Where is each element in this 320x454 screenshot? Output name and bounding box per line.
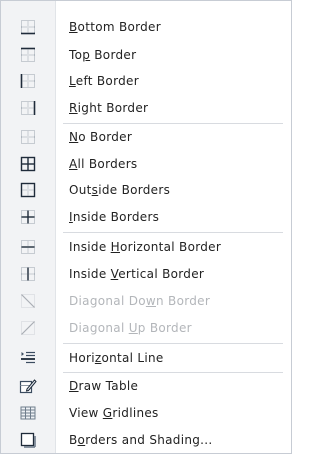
border-right-icon (1, 95, 55, 121)
menu-item-label: All Borders (69, 157, 138, 171)
menu-item-label: Outside Borders (69, 183, 171, 197)
menu-item-label: Draw Table (69, 379, 139, 393)
menu-item-label: View Gridlines (69, 406, 159, 420)
menu-item-borders-and-shading[interactable]: Borders and Shading... (1, 427, 291, 453)
menu-item-inside-horizontal-border[interactable]: Inside Horizontal Border (1, 234, 291, 260)
all-borders-icon (1, 151, 55, 177)
view-gridlines-icon (1, 400, 55, 426)
menu-item-draw-table[interactable]: Draw Table (1, 373, 291, 399)
menu-item-label: Diagonal Up Border (69, 321, 192, 335)
menu-item-all-borders[interactable]: All Borders (1, 151, 291, 177)
no-border-icon (1, 124, 55, 150)
border-left-icon (1, 68, 55, 94)
menu-item-diagonal-down-border[interactable]: Diagonal Down Border (1, 288, 291, 314)
menu-item-label: Borders and Shading... (69, 433, 213, 447)
diagonal-up-border-icon (1, 315, 55, 341)
menu-item-label: Inside Horizontal Border (69, 240, 222, 254)
inside-horizontal-border-icon (1, 234, 55, 260)
menu-separator (63, 343, 283, 344)
menu-item-label: Left Border (69, 74, 139, 88)
draw-table-icon (1, 373, 55, 399)
menu-item-left-border[interactable]: Left Border (1, 68, 291, 94)
inside-vertical-border-icon (1, 261, 55, 287)
menu-item-top-border[interactable]: Top Border (1, 42, 291, 68)
menu-item-label: Diagonal Down Border (69, 294, 211, 308)
menu-item-inside-vertical-border[interactable]: Inside Vertical Border (1, 261, 291, 287)
menu-item-right-border[interactable]: Right Border (1, 95, 291, 121)
menu-item-outside-borders[interactable]: Outside Borders (1, 177, 291, 203)
menu-item-no-border[interactable]: No Border (1, 124, 291, 150)
menu-item-label: Inside Vertical Border (69, 267, 205, 281)
inside-borders-icon (1, 204, 55, 230)
diagonal-down-border-icon (1, 288, 55, 314)
menu-separator (63, 232, 283, 233)
borders-dropdown-menu: Bottom Border Top Border Left Border Rig… (0, 0, 292, 454)
menu-item-label: Bottom Border (69, 20, 161, 34)
outside-borders-icon (1, 177, 55, 203)
menu-item-label: Horizontal Line (69, 351, 164, 365)
horizontal-line-icon (1, 345, 55, 371)
border-bottom-icon (1, 14, 55, 40)
menu-item-horizontal-line[interactable]: Horizontal Line (1, 345, 291, 371)
menu-item-label: Right Border (69, 101, 149, 115)
menu-item-view-gridlines[interactable]: View Gridlines (1, 400, 291, 426)
menu-item-inside-borders[interactable]: Inside Borders (1, 204, 291, 230)
menu-item-bottom-border[interactable]: Bottom Border (1, 14, 291, 40)
menu-item-label: No Border (69, 130, 133, 144)
menu-item-label: Top Border (69, 48, 137, 62)
borders-and-shading-icon (1, 427, 55, 453)
border-top-icon (1, 42, 55, 68)
menu-item-label: Inside Borders (69, 210, 160, 224)
menu-item-diagonal-up-border[interactable]: Diagonal Up Border (1, 315, 291, 341)
